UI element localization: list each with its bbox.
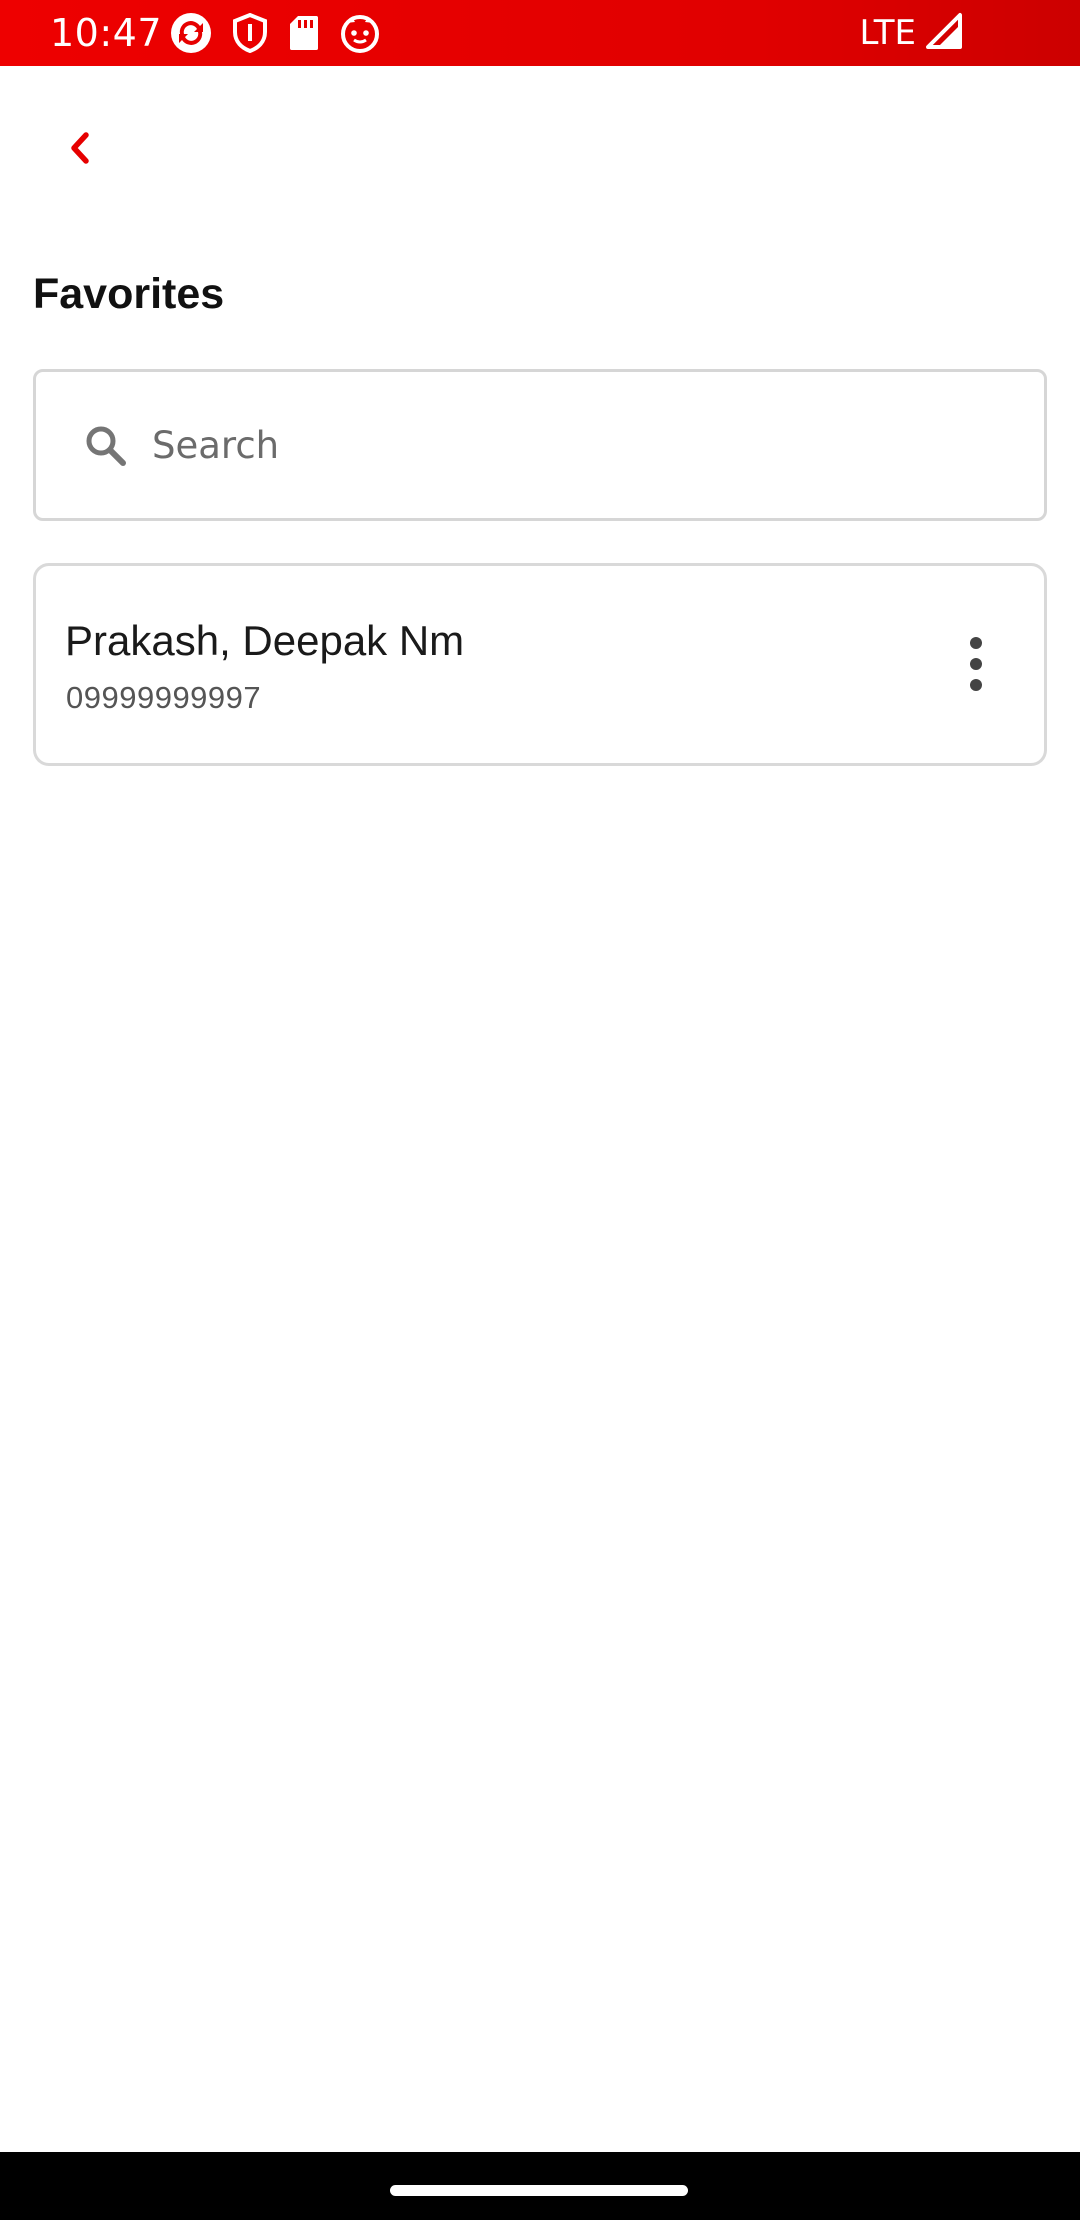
more-vert-icon <box>968 636 984 697</box>
status-notification-icons <box>170 12 380 54</box>
network-type-label: LTE <box>859 13 916 53</box>
contact-menu-button[interactable] <box>944 626 1008 706</box>
shield-icon <box>232 13 268 53</box>
contact-phone: 09999999997 <box>66 680 262 715</box>
signal-icon <box>924 11 964 56</box>
favorite-contact-card[interactable]: Prakash, Deepak Nm 09999999997 <box>33 563 1047 766</box>
sd-card-icon <box>288 14 320 52</box>
favorites-screen: 10:47 LTE Favorites Search Prakash, Deep… <box>0 0 1080 2220</box>
status-time: 10:47 <box>50 11 163 55</box>
system-navigation-bar <box>0 2152 1080 2220</box>
search-bar[interactable] <box>33 369 1047 521</box>
sync-app-icon <box>170 12 212 54</box>
back-button[interactable] <box>40 110 120 190</box>
status-system-icons: LTE <box>859 8 964 58</box>
search-icon <box>82 422 130 470</box>
chevron-left-icon <box>63 128 97 173</box>
search-input[interactable] <box>152 372 1012 518</box>
cat-face-icon <box>340 13 380 53</box>
contact-name: Prakash, Deepak Nm <box>65 617 465 664</box>
home-indicator[interactable] <box>390 2185 688 2196</box>
status-bar: 10:47 LTE <box>0 0 1080 66</box>
page-title: Favorites <box>33 270 225 318</box>
